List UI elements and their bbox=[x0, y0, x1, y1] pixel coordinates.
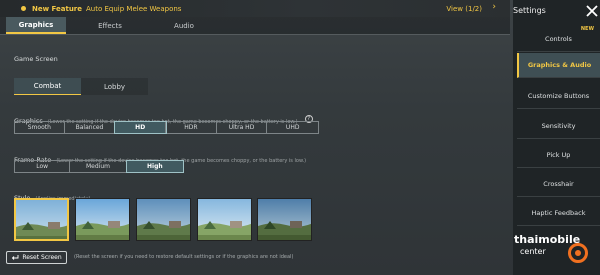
chevron-right-icon[interactable]: › bbox=[492, 2, 496, 12]
style-thumbnail-5[interactable] bbox=[257, 198, 312, 241]
new-badge: NEW bbox=[580, 26, 594, 32]
sidebar-item-pick-up[interactable]: Pick Up bbox=[517, 143, 600, 168]
reset-screen-button[interactable]: Reset Screen bbox=[6, 251, 67, 264]
style-preview-image bbox=[198, 199, 251, 240]
sidebar-item-label: Sensitivity bbox=[541, 122, 576, 130]
style-thumbnail-4[interactable] bbox=[197, 198, 252, 241]
style-thumbnail-1[interactable] bbox=[14, 198, 69, 241]
style-preview-image bbox=[16, 200, 67, 239]
frame-rate-selector: Low Medium High bbox=[14, 160, 185, 173]
frame-rate-option-low[interactable]: Low bbox=[15, 161, 71, 172]
frame-rate-option-medium[interactable]: Medium bbox=[70, 161, 127, 172]
game-screen-toggle: Combat Lobby bbox=[14, 78, 148, 95]
sidebar-item-sensitivity[interactable]: Sensitivity bbox=[517, 114, 600, 139]
graphics-option-uhd[interactable]: UHD bbox=[267, 122, 318, 133]
graphics-option-hd[interactable]: HD bbox=[114, 121, 168, 134]
sidebar-item-controls[interactable]: Controls NEW bbox=[517, 26, 600, 52]
sidebar-item-crosshair[interactable]: Crosshair bbox=[517, 172, 600, 197]
watermark-line2: center bbox=[520, 247, 546, 256]
style-thumbnail-3[interactable] bbox=[136, 198, 191, 241]
sidebar-item-label: Graphics & Audio bbox=[527, 61, 592, 69]
sidebar-item-label: Controls bbox=[545, 35, 572, 43]
banner-text: Auto Equip Melee Weapons bbox=[86, 4, 182, 13]
settings-title: Settings bbox=[513, 6, 546, 15]
game-screen-lobby[interactable]: Lobby bbox=[81, 78, 148, 95]
sidebar-item-haptic-feedback[interactable]: Haptic Feedback bbox=[517, 201, 600, 226]
sidebar-item-label: Pick Up bbox=[546, 151, 571, 159]
tab-audio[interactable]: Audio bbox=[154, 17, 214, 34]
graphics-option-ultra-hd[interactable]: Ultra HD bbox=[217, 122, 268, 133]
tab-graphics[interactable]: Graphics bbox=[6, 17, 66, 34]
watermark-line1: thaimobile bbox=[514, 233, 581, 246]
watermark-logo-icon bbox=[568, 243, 588, 263]
style-thumbnail-2[interactable] bbox=[75, 198, 130, 241]
tab-effects[interactable]: Effects bbox=[80, 17, 140, 34]
graphics-option-smooth[interactable]: Smooth bbox=[15, 122, 65, 133]
sidebar-header: Settings bbox=[513, 0, 600, 24]
close-icon[interactable] bbox=[585, 4, 599, 18]
banner-view-link[interactable]: View (1/2) bbox=[446, 5, 482, 13]
graphics-option-balanced[interactable]: Balanced bbox=[65, 122, 116, 133]
sidebar-item-label: Crosshair bbox=[543, 180, 574, 188]
sidebar-item-graphics-audio[interactable]: Graphics & Audio bbox=[517, 53, 600, 78]
style-preview-image bbox=[258, 199, 311, 240]
sidebar-item-label: Haptic Feedback bbox=[531, 209, 586, 217]
settings-tabs: Graphics Effects Audio bbox=[0, 17, 510, 35]
sidebar-item-customize-buttons[interactable]: Customize Buttons bbox=[517, 84, 600, 109]
style-preview-image bbox=[137, 199, 190, 240]
feature-banner[interactable]: New Feature Auto Equip Melee Weapons Vie… bbox=[0, 0, 510, 17]
game-screen-label: Game Screen bbox=[14, 55, 58, 63]
reset-note: (Reset the screen if you need to restore… bbox=[74, 254, 294, 260]
watermark: thaimobile center bbox=[510, 233, 600, 269]
graphics-option-hdr[interactable]: HDR bbox=[166, 122, 217, 133]
reset-screen-label: Reset Screen bbox=[22, 254, 62, 261]
reset-icon bbox=[12, 255, 19, 260]
frame-rate-option-high[interactable]: High bbox=[125, 160, 185, 173]
bullet-icon bbox=[21, 6, 26, 11]
graphics-selector: Smooth Balanced HD HDR Ultra HD UHD bbox=[14, 121, 319, 134]
style-preview-image bbox=[76, 199, 129, 240]
sidebar-item-label: Customize Buttons bbox=[527, 92, 590, 100]
game-screen-combat[interactable]: Combat bbox=[14, 78, 81, 95]
banner-lead: New Feature bbox=[32, 4, 83, 13]
